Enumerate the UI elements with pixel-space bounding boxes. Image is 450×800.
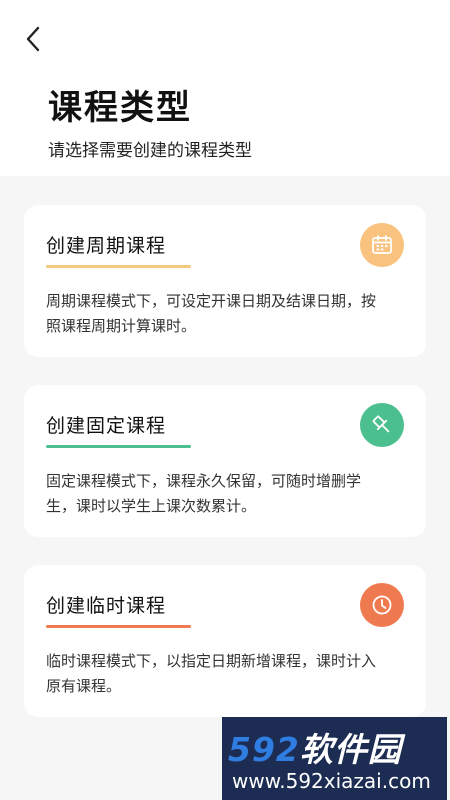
page-title: 课程类型 (48, 88, 192, 128)
card-description: 周期课程模式下，可设定开课日期及结课日期，按照课程周期计算课时。 (46, 292, 377, 335)
card-underline (46, 445, 191, 448)
pin-icon (360, 403, 404, 447)
calendar-icon (360, 223, 404, 267)
card-underline (46, 625, 191, 628)
chevron-left-icon (26, 26, 40, 52)
watermark-logo: 592软件园 www.592xiazai.com (222, 717, 447, 800)
clock-icon (360, 583, 404, 627)
card-description: 临时课程模式下，以指定日期新增课程，课时计入原有课程。 (46, 652, 377, 695)
watermark-brand: 592软件园 (228, 730, 402, 769)
header: 课程类型 请选择需要创建的课程类型 (0, 0, 450, 176)
page-subtitle: 请选择需要创建的课程类型 (48, 141, 252, 161)
back-button[interactable] (18, 22, 48, 56)
card-temporary-course[interactable]: 创建临时课程 临时课程模式下，以指定日期新增课程，课时计入原有课程。 (24, 565, 426, 717)
card-periodic-course[interactable]: 创建周期课程 周期课程模式下，可设定开课日期及结课日期，按照课程周期计算课时。 (24, 205, 426, 357)
card-description: 固定课程模式下，课程永久保留，可随时增删学生，课时以学生上课次数累计。 (46, 472, 362, 515)
card-fixed-course[interactable]: 创建固定课程 固定课程模式下，课程永久保留，可随时增删学生，课时以学生上课次数累… (24, 385, 426, 537)
watermark-url: www.592xiazai.com (232, 769, 431, 793)
card-underline (46, 265, 191, 268)
card-title: 创建周期课程 (46, 235, 167, 257)
card-title: 创建固定课程 (46, 415, 167, 437)
card-title: 创建临时课程 (46, 595, 167, 617)
